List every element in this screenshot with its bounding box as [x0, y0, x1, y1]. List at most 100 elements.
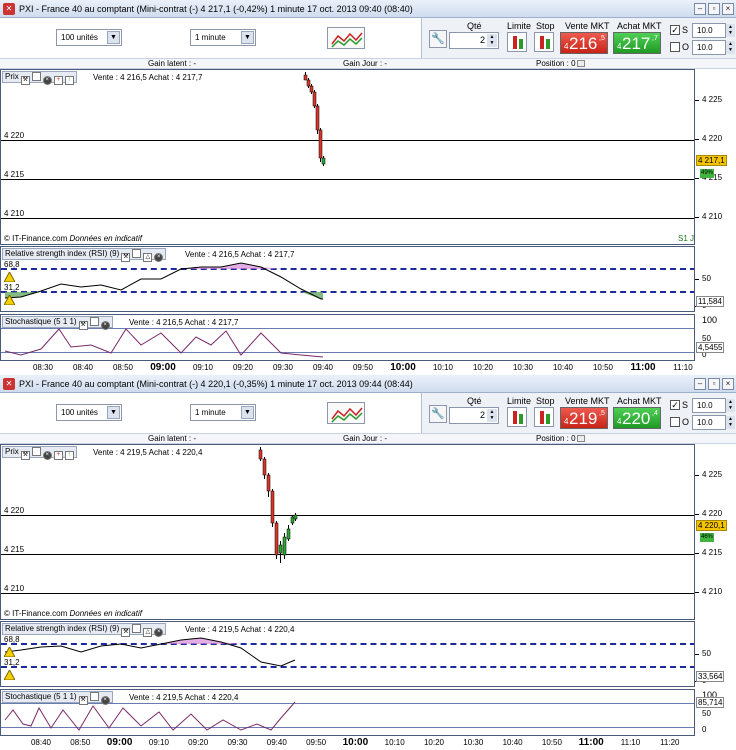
stop-order-button[interactable]	[534, 32, 554, 52]
axis-label: 100	[702, 315, 718, 325]
alert-icon[interactable]: △	[143, 628, 153, 637]
close-icon[interactable]: ×	[100, 696, 110, 705]
rsi-low-label: 31,2	[4, 283, 20, 292]
limit-order-button[interactable]	[507, 32, 527, 52]
window-icon[interactable]	[89, 692, 99, 701]
quantity-value: 2	[479, 410, 485, 420]
quantity-stepper[interactable]: 2 ▲ ▼	[449, 32, 499, 49]
wrench-icon[interactable]: ⚒	[121, 628, 131, 637]
stop-o-checkbox[interactable]	[670, 417, 680, 427]
stop-s-input[interactable]: 10.0	[692, 23, 726, 38]
quote-text: Vente : 4 216,5 Achat : 4 217,7	[185, 250, 295, 259]
warning-icon[interactable]	[4, 647, 15, 657]
maximize-icon[interactable]: ▫	[708, 3, 720, 15]
rsi-panel-title: Relative strength index (RSI) (9)	[5, 249, 120, 258]
wrench-icon[interactable]: ⚒	[121, 253, 131, 262]
wrench-icon[interactable]: 🔧	[429, 30, 447, 48]
lot-size-select[interactable]: 100 unités ▼	[56, 29, 122, 46]
time-tick-label: 09:50	[352, 363, 374, 372]
alert-icon[interactable]: △	[143, 253, 153, 262]
period-select[interactable]: 1 minute ▼	[190, 29, 256, 46]
time-tick-label: 11:10	[673, 363, 693, 372]
wrench-icon[interactable]: ⚒	[78, 321, 88, 330]
maximize-icon[interactable]: ▫	[708, 378, 720, 390]
chart-type-button[interactable]	[327, 27, 365, 49]
window-icon[interactable]	[132, 249, 142, 258]
warning-icon[interactable]	[4, 272, 15, 282]
add-icon[interactable]: +	[53, 76, 63, 85]
close-icon[interactable]: ×	[100, 321, 110, 330]
time-tick-label: 08:30	[32, 363, 54, 372]
spin-arrows-icon[interactable]: ▲ ▼	[487, 409, 497, 422]
chevron-down-icon[interactable]: ▼	[107, 31, 120, 44]
title-bar[interactable]: ✕ PXI - France 40 au comptant (Mini-cont…	[0, 375, 736, 393]
spin-arrows-icon[interactable]: ▲ ▼	[726, 41, 735, 54]
buy-mkt-button[interactable]: 4 220 ,4	[613, 407, 661, 429]
price-plot[interactable]: 4 220 4 215 4 210 Prix ⚒ × + ↑ Vente : 4 216…	[0, 69, 695, 245]
window-icon[interactable]	[132, 624, 142, 633]
close-icon[interactable]: ×	[42, 76, 52, 85]
stop-o-checkbox[interactable]	[670, 42, 680, 52]
wrench-icon[interactable]: ⚒	[20, 451, 30, 460]
spin-arrows-icon[interactable]: ▲ ▼	[487, 34, 497, 47]
period-select[interactable]: 1 minute ▼	[190, 404, 256, 421]
stop-s-input[interactable]: 10.0	[692, 398, 726, 413]
chart-type-button[interactable]	[327, 402, 365, 424]
sell-mkt-button[interactable]: 4 216 ,5	[560, 32, 608, 54]
position-icon[interactable]	[576, 435, 585, 442]
window-icon[interactable]	[31, 72, 41, 81]
candle	[274, 522, 279, 556]
window-icon[interactable]	[31, 447, 41, 456]
spin-arrows-icon[interactable]: ▲ ▼	[726, 399, 735, 412]
close-icon[interactable]: ×	[154, 253, 164, 262]
price-plot[interactable]: 4 220 4 215 4 210 Prix ⚒ × + ↑ Vente : 4 219…	[0, 444, 695, 620]
arrow-up-icon[interactable]: ↑	[64, 451, 74, 460]
chevron-down-icon[interactable]: ▼	[107, 406, 120, 419]
close-icon[interactable]: ×	[722, 378, 734, 390]
lot-size-select[interactable]: 100 unités ▼	[56, 404, 122, 421]
stop-s-checkbox[interactable]: ✓	[670, 25, 680, 35]
stop-o-input[interactable]: 10.0	[692, 415, 726, 430]
close-icon[interactable]: ×	[722, 3, 734, 15]
sell-mkt-button[interactable]: 4 219 ,5	[560, 407, 608, 429]
window-icon[interactable]	[89, 317, 99, 326]
chevron-down-icon[interactable]: ▼	[241, 406, 254, 419]
wrench-icon[interactable]: ⚒	[20, 76, 30, 85]
wrench-icon[interactable]: ⚒	[78, 696, 88, 705]
chevron-down-icon[interactable]: ▼	[241, 31, 254, 44]
time-tick-label: 11:20	[660, 738, 680, 747]
gain-jour: Gain Jour : -	[343, 434, 388, 443]
axis-label: 4 225	[702, 470, 723, 479]
warning-icon[interactable]	[4, 295, 15, 305]
time-tick-label: 08:50	[70, 738, 91, 747]
stop-o-input[interactable]: 10.0	[692, 40, 726, 55]
axis-label: 4 215	[702, 548, 723, 557]
stoch-plot[interactable]: Stochastique (5 1 1) ⚒ × Vente : 4 219,5 A…	[0, 689, 695, 736]
limit-order-icon	[513, 36, 517, 49]
warning-icon[interactable]	[4, 670, 15, 680]
close-icon[interactable]: ×	[42, 451, 52, 460]
spin-arrows-icon[interactable]: ▲ ▼	[726, 416, 735, 429]
stop-s-checkbox[interactable]: ✓	[670, 400, 680, 410]
position-icon[interactable]	[576, 60, 585, 67]
candle	[278, 544, 283, 554]
wrench-icon[interactable]: 🔧	[429, 405, 447, 423]
title-bar[interactable]: ✕ PXI - France 40 au comptant (Mini-cont…	[0, 0, 736, 18]
axis-tick	[695, 592, 699, 593]
add-icon[interactable]: +	[53, 451, 63, 460]
stop-order-button[interactable]	[534, 407, 554, 427]
rsi-plot[interactable]: 68,8 31,2 Relative strength index (RSI) …	[0, 246, 695, 312]
minimize-icon[interactable]: –	[694, 3, 706, 15]
spin-arrows-icon[interactable]: ▲ ▼	[726, 24, 735, 37]
buy-mkt-button[interactable]: 4 217 ,7	[613, 32, 661, 54]
arrow-up-icon[interactable]: ↑	[64, 76, 74, 85]
minimize-icon[interactable]: –	[694, 378, 706, 390]
stoch-plot[interactable]: Stochastique (5 1 1) ⚒ × Vente : 4 216,5 A…	[0, 314, 695, 361]
axis-tick	[695, 139, 699, 140]
limit-order-button[interactable]	[507, 407, 527, 427]
close-icon[interactable]: ×	[154, 628, 164, 637]
price-panel-tag: Prix ⚒ × + ↑	[2, 446, 77, 460]
rsi-plot[interactable]: 68,8 31,2 Relative strength index (RSI) …	[0, 621, 695, 687]
time-tick-label: 10:30	[512, 363, 534, 372]
quantity-stepper[interactable]: 2 ▲ ▼	[449, 407, 499, 424]
